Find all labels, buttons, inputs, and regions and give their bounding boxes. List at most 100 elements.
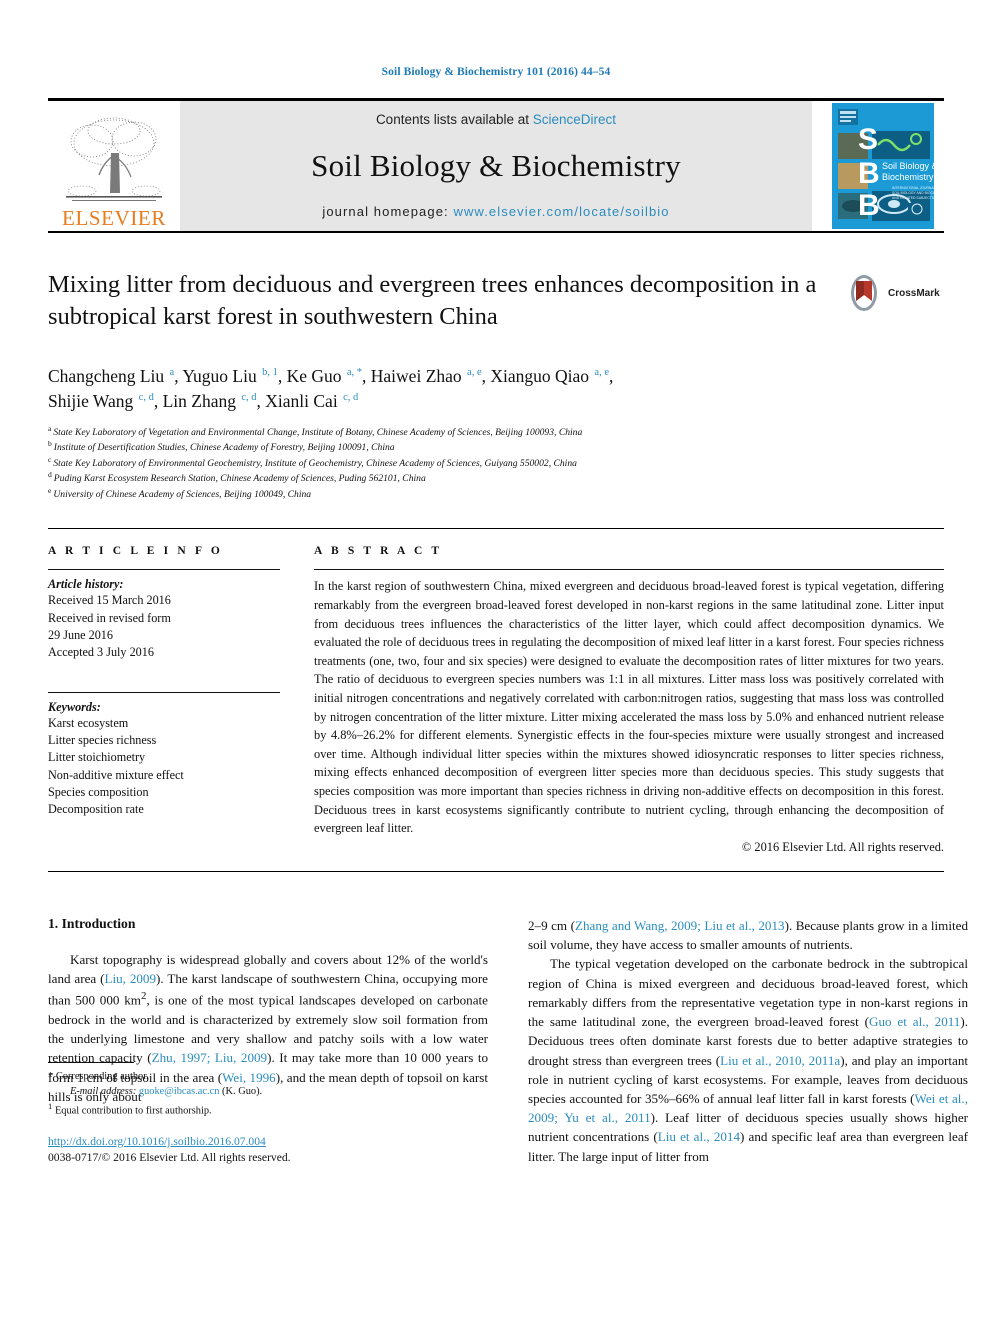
elsevier-tree-icon	[66, 117, 162, 201]
keywords-list: Karst ecosystem Litter species richness Li…	[48, 715, 280, 819]
abstract-rule	[314, 569, 944, 571]
author-line-2: Shijie Wang c, d, Lin Zhang c, d, Xianli…	[48, 390, 359, 411]
section-number: 1.	[48, 915, 59, 931]
article-page: Soil Biology & Biochemistry 101 (2016) 4…	[0, 0, 992, 1323]
svg-text:SOIL BIOLOGY AND BIOCHEMISTRY: SOIL BIOLOGY AND BIOCHEMISTRY	[892, 191, 934, 195]
article-history-label: Article history:	[48, 577, 124, 592]
homepage-prefix: journal homepage:	[322, 204, 454, 219]
crossmark-badge[interactable]: CrossMark	[844, 271, 944, 315]
svg-text:B: B	[858, 189, 880, 222]
citation-link[interactable]: Guo et al., 2011	[869, 1014, 960, 1029]
body-column-left: 1. Introduction Karst topography is wide…	[48, 916, 488, 1166]
author-name: Haiwei Zhao	[370, 366, 467, 386]
author-affiliation-marker: c, d	[138, 392, 154, 404]
intro-paragraph-right-1: 2–9 cm (Zhang and Wang, 2009; Liu et al.…	[528, 916, 968, 954]
doi-block: http://dx.doi.org/10.1016/j.soilbio.2016…	[48, 1135, 488, 1166]
crossmark-label: CrossMark	[888, 287, 940, 299]
abstract-text: In the karst region of southwestern Chin…	[314, 579, 944, 836]
info-abstract-section: A R T I C L E I N F O Article history: R…	[48, 528, 944, 855]
svg-text:B: B	[858, 157, 880, 190]
article-history-lines: Received 15 March 2016 Received in revise…	[48, 592, 280, 661]
citation-link[interactable]: Zhang and Wang, 2009; Liu et al., 2013	[575, 918, 785, 933]
abstract-copyright: © 2016 Elsevier Ltd. All rights reserved…	[741, 839, 944, 854]
keywords-rule	[48, 691, 280, 693]
article-info-rule	[48, 569, 280, 571]
footnote-corresponding-text: Corresponding author.	[55, 1070, 149, 1082]
journal-cover-thumbnail[interactable]: S B B Soil Biology & Biochemistry INTERN…	[812, 101, 944, 231]
affiliation-text: Puding Karst Ecosystem Research Station,…	[53, 473, 426, 485]
section-heading-introduction: 1. Introduction	[48, 916, 488, 932]
title-block: Mixing litter from deciduous and evergre…	[48, 269, 944, 347]
body-columns: 1. Introduction Karst topography is wide…	[48, 916, 968, 1166]
article-history-line: Accepted 3 July 2016	[48, 645, 154, 660]
elsevier-logo[interactable]: ELSEVIER	[48, 101, 180, 231]
affiliation-text: State Key Laboratory of Vegetation and E…	[53, 426, 583, 438]
author-name: Yuguo Liu	[182, 366, 262, 386]
svg-text:S: S	[858, 123, 878, 156]
affiliation-text: University of Chinese Academy of Science…	[53, 488, 312, 500]
article-history-line: Received in revised form	[48, 610, 171, 625]
author-name: Xianguo Qiao	[490, 366, 594, 386]
doi-link[interactable]: http://dx.doi.org/10.1016/j.soilbio.2016…	[48, 1135, 488, 1148]
homepage-url-link[interactable]: www.elsevier.com/locate/soilbio	[453, 204, 669, 219]
contents-prefix: Contents lists available at	[375, 112, 533, 127]
keyword-item: Litter stoichiometry	[48, 750, 146, 765]
abstract-heading: A B S T R A C T	[314, 545, 443, 558]
footnote-rule	[48, 1061, 134, 1063]
author-affiliation-marker: a	[169, 367, 175, 379]
svg-text:AND RELATED SUBJECTS: AND RELATED SUBJECTS	[892, 196, 934, 200]
author-affiliation-marker: a, e	[467, 367, 482, 379]
affiliation-item: b Institute of Desertification Studies, C…	[48, 440, 944, 456]
section-divider-rule	[48, 870, 944, 872]
author-affiliation-marker: c, d	[241, 392, 257, 404]
keywords-label: Keywords:	[48, 699, 101, 714]
affiliation-item: e University of Chinese Academy of Scienc…	[48, 486, 944, 503]
keyword-item: Litter species richness	[48, 732, 157, 747]
masthead-center: Contents lists available at ScienceDirec…	[180, 101, 812, 231]
author-list: Changcheng Liu a, Yuguo Liu b, 1, Ke Guo…	[48, 364, 848, 414]
masthead-bottom-rule	[48, 231, 944, 233]
journal-cover-image: S B B Soil Biology & Biochemistry INTERN…	[832, 103, 934, 229]
issn-copyright-line: 0038-0717/© 2016 Elsevier Ltd. All right…	[48, 1150, 291, 1164]
author-name: Shijie Wang	[48, 390, 138, 411]
contents-list-line: Contents lists available at ScienceDirec…	[376, 112, 616, 127]
svg-text:Biochemistry: Biochemistry	[882, 172, 934, 182]
email-owner: (K. Guo).	[222, 1086, 263, 1098]
author-affiliation-marker: b, 1	[262, 367, 278, 379]
author-affiliation-marker: a, *	[346, 367, 363, 379]
article-history-line: Received 15 March 2016	[48, 593, 171, 608]
author-affiliation-marker: c, d	[343, 392, 359, 404]
crossmark-icon	[851, 275, 877, 311]
author-name: Lin Zhang	[162, 390, 241, 411]
abstract-column: A B S T R A C T In the karst region of s…	[314, 545, 944, 855]
author-name: Xianli Cai	[265, 390, 343, 411]
keyword-item: Decomposition rate	[48, 802, 144, 817]
footnote-equal-contribution: 1 Equal contribution to first authorship…	[48, 1100, 488, 1119]
journal-homepage-line: journal homepage: www.elsevier.com/locat…	[322, 204, 669, 219]
email-link[interactable]: guoke@ibcas.ac.cn	[139, 1086, 220, 1097]
journal-masthead: ELSEVIER Contents lists available at Sci…	[48, 98, 944, 231]
elsevier-wordmark: ELSEVIER	[62, 206, 166, 230]
citation-link[interactable]: Liu et al., 2010, 2011a	[720, 1053, 840, 1068]
body-column-right: 2–9 cm (Zhang and Wang, 2009; Liu et al.…	[528, 916, 968, 1166]
sciencedirect-link[interactable]: ScienceDirect	[533, 112, 616, 127]
footnote-marker-one: 1	[48, 1100, 53, 1111]
affiliation-text: State Key Laboratory of Environmental Ge…	[53, 457, 577, 469]
author-name: Changcheng Liu	[48, 366, 169, 386]
svg-text:INTERNATIONAL JOURNAL OF: INTERNATIONAL JOURNAL OF	[892, 186, 934, 190]
author-line-1: Changcheng Liu a, Yuguo Liu b, 1, Ke Guo…	[48, 366, 614, 386]
article-info-heading: A R T I C L E I N F O	[48, 545, 223, 558]
keyword-item: Non-additive mixture effect	[48, 767, 184, 782]
footnote-marker-star: *	[48, 1070, 54, 1082]
email-label: E-mail address:	[70, 1086, 137, 1098]
author-name: Ke Guo	[286, 366, 346, 386]
keyword-item: Karst ecosystem	[48, 715, 129, 730]
running-head: Soil Biology & Biochemistry 101 (2016) 4…	[381, 66, 611, 78]
citation-link[interactable]: Liu et al., 2014	[658, 1129, 740, 1144]
page-title: Mixing litter from deciduous and evergre…	[48, 271, 817, 330]
citation-link[interactable]: Liu, 2009	[104, 971, 156, 986]
affiliation-item: d Puding Karst Ecosystem Research Station…	[48, 471, 944, 487]
affiliation-list: a State Key Laboratory of Vegetation and …	[48, 424, 944, 503]
footnote-equal-text: Equal contribution to first authorship.	[54, 1105, 212, 1117]
